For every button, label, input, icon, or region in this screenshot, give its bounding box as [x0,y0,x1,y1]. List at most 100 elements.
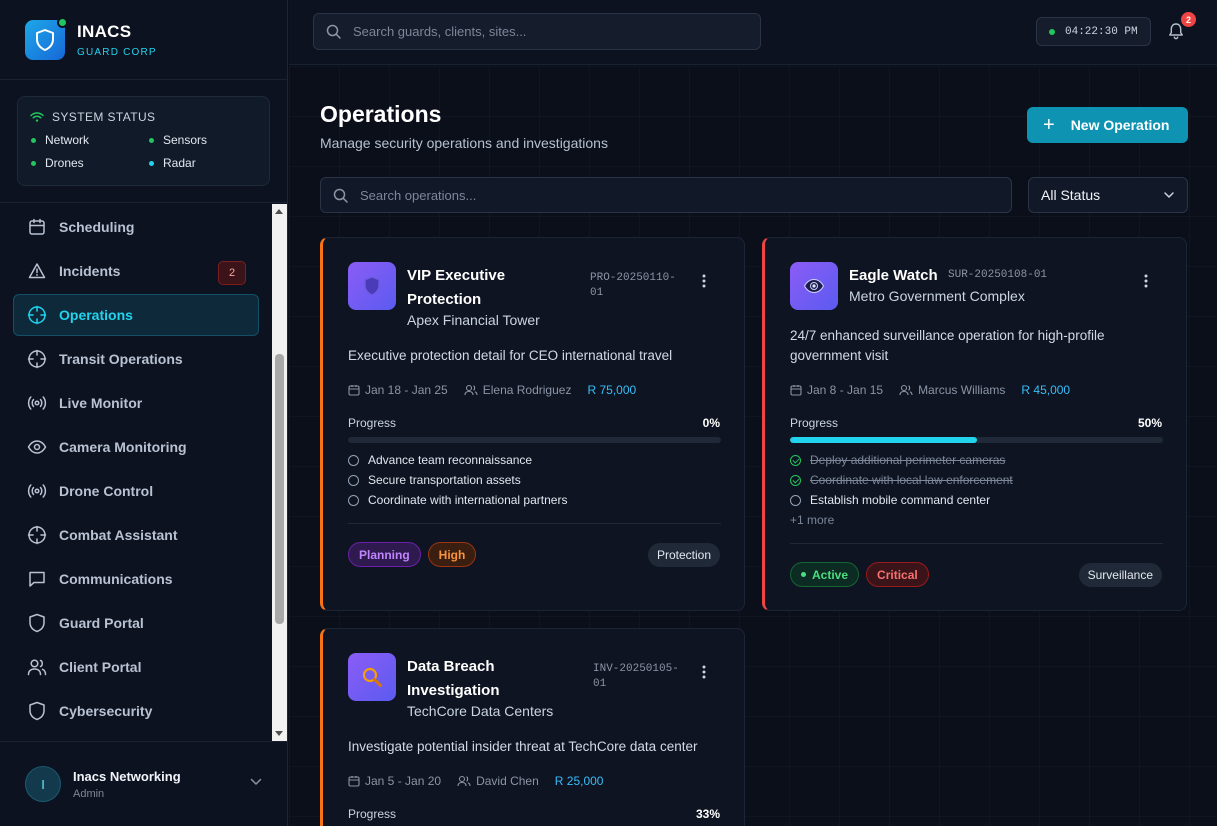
sidebar-scrollbar[interactable] [272,204,287,741]
circle-icon[interactable] [348,454,359,466]
sidebar-item-scheduling[interactable]: Scheduling [13,206,259,248]
clock-status-dot [1049,28,1055,35]
status-item-sensors: Sensors [149,133,259,147]
status-item-network: Network [31,133,149,147]
sidebar-item-client-portal[interactable]: Client Portal [13,646,259,688]
operations-search-input[interactable] [360,187,740,203]
circle-icon[interactable] [348,474,359,486]
circle-icon[interactable] [348,494,359,506]
status-badge: Active [790,562,860,587]
operation-type-badge: Surveillance [1078,563,1162,587]
operation-title: VIP Executive Protection [407,267,506,308]
global-search-input[interactable] [353,24,733,39]
operation-dates: Jan 8 - Jan 15 [807,383,884,397]
clock-time: 04:22:30 PM [1065,25,1138,38]
sidebar-item-guard-portal[interactable]: Guard Portal [13,602,259,644]
sidebar-item-live-monitor[interactable]: Live Monitor [13,382,259,424]
task-label: Coordinate with local law enforcement [810,473,1013,487]
scroll-up-arrow-icon[interactable] [275,209,283,214]
sidebar-item-operations[interactable]: Operations [13,294,259,336]
circle-icon[interactable] [790,494,801,506]
shield-icon [27,613,47,633]
task-list: Advance team reconnaissance Secure transp… [348,450,567,510]
sidebar-item-combat-assistant[interactable]: Combat Assistant [13,514,259,556]
sidebar-item-transit-operations[interactable]: Transit Operations [13,338,259,380]
scroll-thumb[interactable] [275,354,284,624]
sidebar-item-communications[interactable]: Communications [13,558,259,600]
brand-subtitle: GUARD CORP [77,46,157,58]
operation-card[interactable]: Eagle Watch SUR-20250108-01 Metro Govern… [762,237,1187,611]
sidebar-item-label: Operations [59,307,133,323]
sidebar-item-drone-control[interactable]: Drone Control [13,470,259,512]
sidebar-item-label: Camera Monitoring [59,439,187,455]
operation-type-icon [348,262,396,310]
task-label: Coordinate with international partners [368,493,568,507]
operation-lead: Marcus Williams [918,383,1006,397]
user-name: Inacs Networking [73,768,181,784]
operation-meta: Jan 8 - Jan 15 Marcus Williams R 45,000 [790,383,1086,397]
new-operation-button[interactable]: + New Operation [1027,107,1188,143]
status-item-radar: Radar [149,156,259,170]
operation-dates: Jan 5 - Jan 20 [365,774,442,788]
progress-value: 50% [1137,416,1162,430]
crosshair-icon [27,305,47,325]
calendar-icon [348,776,360,787]
sidebar-item-label: Cybersecurity [59,703,153,719]
system-status-card: SYSTEM STATUS Network Sensors Drones Radar [17,96,270,186]
status-label: Network [45,133,90,147]
operations-search-box[interactable] [320,177,1012,213]
wifi-icon [30,112,44,122]
sidebar-item-label: Transit Operations [59,351,183,367]
task-item[interactable]: Advance team reconnaissance [348,450,567,470]
operation-code: SUR-20250108-01 [948,269,1048,281]
task-label: Establish mobile command center [810,493,991,507]
chat-icon [27,569,47,589]
operation-lead: David Chen [476,774,539,788]
more-vertical-icon[interactable] [702,274,706,288]
operation-budget: R 45,000 [1021,383,1071,397]
progress-label: Progress [348,807,397,821]
more-tasks-link[interactable]: +1 more [790,510,834,530]
task-item[interactable]: Coordinate with international partners [348,490,567,510]
sidebar-nav: Scheduling Incidents 2 Operations Transit Op… [0,204,272,741]
status-led [31,160,36,166]
sidebar-item-incidents[interactable]: Incidents 2 [13,250,259,292]
status-filter-select[interactable]: All Status [1028,177,1188,213]
operation-tags: Planning High [348,542,483,567]
sidebar-item-label: Scheduling [59,219,135,235]
page-title: Operations [320,101,442,127]
status-label: Drones [45,156,84,170]
task-item[interactable]: Establish mobile command center [790,490,1013,510]
operation-meta: Jan 18 - Jan 25 Elena Rodriguez R 75,000 [348,383,652,397]
system-status-panel: SYSTEM STATUS Network Sensors Drones Radar [0,80,287,203]
progress-value: 33% [695,807,720,821]
sidebar-item-camera-monitoring[interactable]: Camera Monitoring [13,426,259,468]
operation-description: Executive protection detail for CEO inte… [348,348,673,363]
active-dot [801,572,806,577]
more-vertical-icon[interactable] [1144,274,1148,288]
task-item[interactable]: Coordinate with local law enforcement [790,470,1013,490]
progress-bar [790,437,1163,443]
check-circle-icon[interactable] [790,474,801,486]
task-item[interactable]: Deploy additional perimeter cameras [790,450,1013,470]
operation-card[interactable]: VIP Executive Protection PRO-20250110- 01… [320,237,745,611]
global-search-box[interactable] [313,13,761,50]
check-circle-icon[interactable] [790,454,801,466]
operation-title: Eagle Watch [849,267,938,284]
operation-meta: Jan 5 - Jan 20 David Chen R 25,000 [348,774,619,788]
more-vertical-icon[interactable] [702,665,706,679]
sidebar: INACS GUARD CORP SYSTEM STATUS Network Se… [0,0,288,826]
scroll-down-arrow-icon[interactable] [275,731,283,736]
operation-type-icon [790,262,838,310]
operation-card[interactable]: Data Breach Investigation INV-20250105- 0… [320,628,745,826]
top-bar: 04:22:30 PM 2 [289,0,1217,65]
task-label: Secure transportation assets [368,473,521,487]
priority-badge: High [427,542,477,567]
bell-icon[interactable] [1168,22,1184,40]
operation-lead: Elena Rodriguez [482,383,572,397]
task-item[interactable]: Secure transportation assets [348,470,567,490]
broadcast-icon [27,393,47,413]
sidebar-item-cybersecurity[interactable]: Cybersecurity [13,690,259,732]
user-menu[interactable]: I Inacs Networking Admin [0,741,288,826]
chevron-down-icon[interactable] [250,778,262,786]
